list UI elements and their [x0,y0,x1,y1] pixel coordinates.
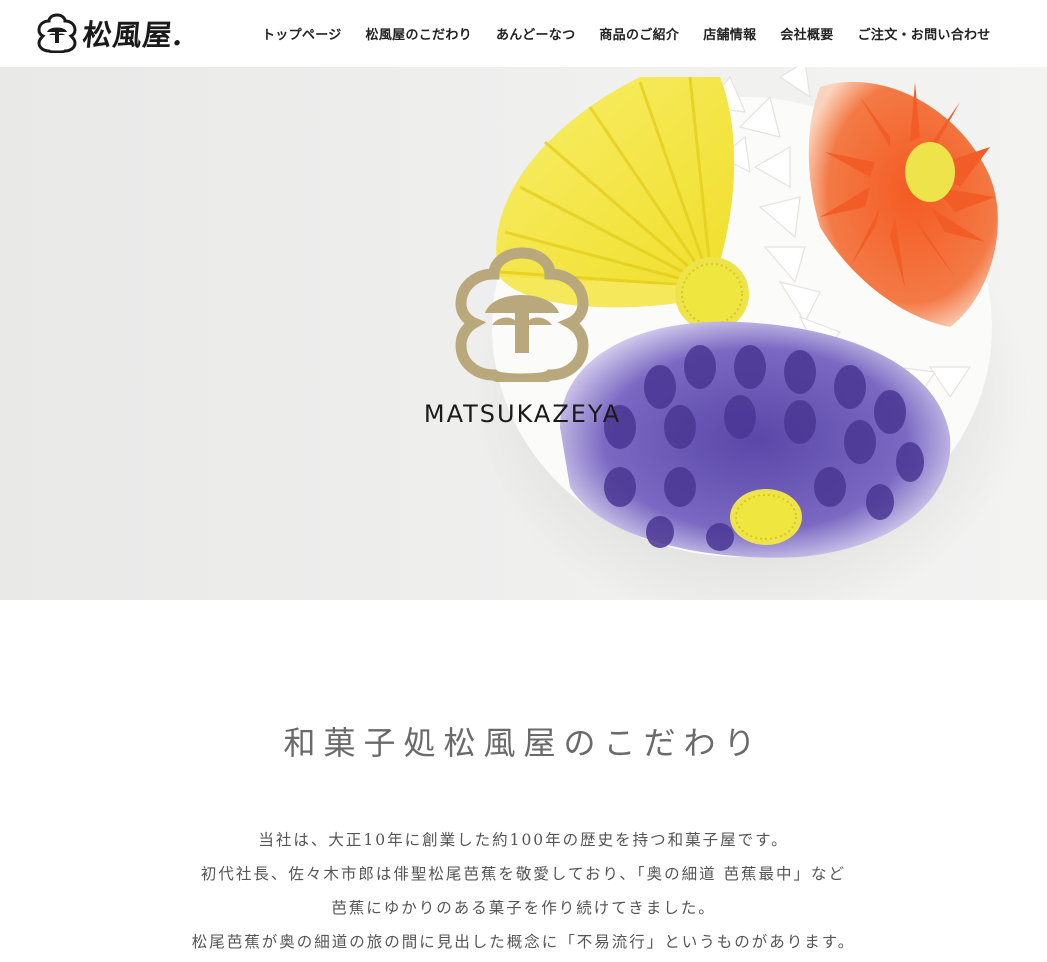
nav-item-products[interactable]: 商品のご紹介 [587,24,691,43]
hero-banner: MATSUKAZEYA [0,67,1047,600]
hero-logo-text: MATSUKAZEYA [423,400,622,428]
kodawari-section: 和菓子処松風屋のこだわり 当社は、大正10年に創業した約100年の歴史を持つ和菓… [0,600,1047,954]
site-logo[interactable]: 松風屋. [37,13,186,53]
body-line: 松尾芭蕉が奥の細道の旅の間に見出した概念に「不易流行」というものがあります。 [191,933,856,951]
section-title: 和菓子処松風屋のこだわり [283,724,764,762]
body-line: 芭蕉にゆかりのある菓子を作り続けてきました。 [331,899,716,917]
brand-name: 松風屋. [81,18,186,52]
nav-item-kodawari[interactable]: 松風屋のこだわり [354,24,484,43]
site-header: 松風屋. トップページ 松風屋のこだわり あんどーなつ 商品のご紹介 店舗情報 … [0,0,1047,67]
body-line: 初代社長、佐々木市郎は俳聖松尾芭蕉を敬愛しており、「奥の細道 芭蕉最中」など [200,865,847,883]
body-line: 当社は、大正10年に創業した約100年の歴史を持つ和菓子屋です。 [258,831,789,849]
nav-item-store-info[interactable]: 店舗情報 [691,24,768,43]
nav-item-top[interactable]: トップページ [250,24,354,43]
main-nav: トップページ 松風屋のこだわり あんどーなつ 商品のご紹介 店舗情報 会社概要 … [250,0,1003,67]
nav-item-company[interactable]: 会社概要 [768,24,845,43]
hero-logo: MATSUKAZEYA [415,247,630,432]
nav-item-order-contact[interactable]: ご注文・お問い合わせ [846,24,1003,43]
matsukazeya-crest-icon [455,247,589,382]
section-body: 当社は、大正10年に創業した約100年の歴史を持つ和菓子屋です。 初代社長、佐々… [0,826,1047,962]
matsukazeya-crest-icon [37,13,77,53]
nav-item-andonatsu[interactable]: あんどーなつ [484,24,587,43]
